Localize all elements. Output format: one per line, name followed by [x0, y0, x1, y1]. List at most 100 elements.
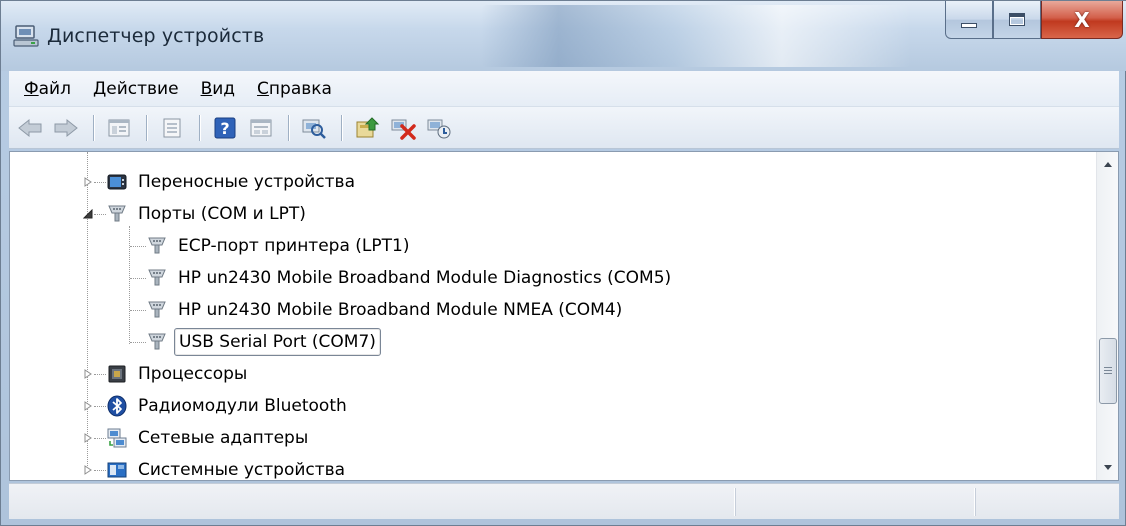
back-arrow-icon — [18, 118, 42, 137]
menu-bar: Файл Действие Вид Справка — [9, 71, 1119, 107]
back-button[interactable] — [13, 112, 47, 144]
title-bar-glare — [481, 5, 911, 67]
tree-connector — [94, 182, 106, 183]
expand-toggle-bluetooth[interactable] — [82, 400, 94, 412]
menu-help[interactable]: Справка — [246, 79, 343, 99]
window-title: Диспетчер устройств — [47, 25, 265, 47]
forward-button[interactable] — [49, 112, 83, 144]
expand-toggle-network[interactable] — [82, 432, 94, 444]
tree-node-label: Системные устройства — [138, 460, 346, 480]
menu-file[interactable]: Файл — [13, 79, 82, 99]
minimize-button[interactable] — [945, 1, 993, 39]
tree-connector — [87, 152, 88, 466]
tree-connector — [94, 214, 106, 215]
scrollbar-thumb[interactable] — [1099, 338, 1117, 404]
maximize-button[interactable] — [993, 1, 1041, 39]
menu-view[interactable]: Вид — [190, 79, 246, 99]
tree-node-label: HP un2430 Mobile Broadband Module Diagno… — [178, 268, 672, 288]
device-manager-app-icon[interactable] — [13, 23, 41, 49]
tree-connector — [130, 278, 146, 279]
tree-connector — [130, 342, 146, 343]
scan-hardware-button[interactable] — [297, 112, 331, 144]
expand-toggle-system[interactable] — [82, 464, 94, 476]
properties-icon — [163, 118, 181, 137]
view-pane-button[interactable] — [244, 112, 278, 144]
tree-connector — [94, 406, 106, 407]
disable-device-icon — [391, 119, 416, 140]
collapsed-triangle-icon — [84, 369, 92, 379]
status-bar — [9, 483, 1119, 519]
view-pane-icon — [250, 119, 272, 136]
tree-node-label: ECP-порт принтера (LPT1) — [178, 236, 410, 256]
status-bar-panel — [735, 488, 975, 516]
menu-view-accel: В — [200, 78, 213, 99]
tree-node-network-adapters[interactable]: Сетевые адаптеры — [106, 423, 312, 453]
update-driver-button[interactable] — [350, 112, 384, 144]
forward-arrow-icon — [54, 118, 78, 137]
scroll-down-button[interactable] — [1097, 456, 1118, 480]
tree-node-processors[interactable]: Процессоры — [106, 359, 251, 389]
tree-node-label: HP un2430 Mobile Broadband Module NMEA (… — [178, 300, 623, 320]
tree-node-label: Сетевые адаптеры — [138, 428, 309, 448]
help-button[interactable]: ? — [208, 112, 242, 144]
menu-action[interactable]: Действие — [82, 79, 190, 99]
device-manager-window: Диспетчер устройств X Файл Действие Вид … — [0, 0, 1126, 526]
uninstall-device-button[interactable] — [422, 112, 456, 144]
tree-node-portable-devices[interactable]: Переносные устройства — [106, 167, 359, 197]
processor-chip-icon — [108, 365, 126, 383]
device-tree-pane: Переносные устройства Порты (COM и LPT) … — [9, 151, 1119, 481]
title-bar[interactable]: Диспетчер устройств X — [1, 1, 1126, 71]
selected-tree-node-label: USB Serial Port (COM7) — [174, 328, 381, 356]
status-bar-panel — [975, 488, 1119, 516]
close-button[interactable]: X — [1041, 1, 1123, 39]
tree-node-port-lpt1[interactable]: ECP-порт принтера (LPT1) — [146, 231, 413, 261]
tree-node-system-devices[interactable]: Системные устройства — [106, 455, 349, 480]
tree-node-ports[interactable]: Порты (COM и LPT) — [106, 199, 310, 229]
serial-port-icon — [148, 237, 166, 254]
maximize-icon — [1009, 13, 1025, 26]
tree-node-label: Процессоры — [138, 364, 248, 384]
menu-help-accel: С — [257, 78, 269, 99]
expanded-triangle-icon — [83, 209, 93, 219]
tree-node-port-com7[interactable]: USB Serial Port (COM7) — [146, 327, 381, 357]
collapsed-triangle-icon — [84, 433, 92, 443]
expand-toggle-processors[interactable] — [82, 368, 94, 380]
toolbar-separator — [288, 114, 289, 141]
console-tree-icon — [108, 119, 130, 136]
tree-node-label: Радиомодули Bluetooth — [138, 396, 347, 416]
tree-connector — [129, 226, 130, 344]
collapsed-triangle-icon — [84, 177, 92, 187]
tree-connector — [130, 310, 146, 311]
collapse-toggle-ports[interactable] — [82, 208, 94, 220]
tree-node-label: Переносные устройства — [138, 172, 355, 192]
expand-toggle-portable[interactable] — [82, 176, 94, 188]
disable-device-button[interactable] — [386, 112, 420, 144]
network-adapter-icon — [107, 428, 127, 448]
device-tree[interactable]: Переносные устройства Порты (COM и LPT) … — [10, 152, 1096, 480]
scan-hardware-icon — [302, 119, 326, 139]
minimize-icon — [961, 23, 977, 28]
serial-port-icon — [148, 301, 166, 318]
tree-node-label: Порты (COM и LPT) — [138, 204, 306, 224]
tree-node-bluetooth[interactable]: Радиомодули Bluetooth — [106, 391, 351, 421]
close-icon: X — [1074, 7, 1090, 32]
scroll-up-arrow-icon — [1104, 162, 1112, 167]
collapsed-triangle-icon — [84, 465, 92, 475]
vertical-scrollbar[interactable] — [1096, 152, 1118, 480]
svg-text:?: ? — [220, 119, 229, 138]
tree-node-port-com5[interactable]: HP un2430 Mobile Broadband Module Diagno… — [146, 263, 675, 293]
caption-buttons: X — [945, 1, 1123, 41]
tree-node-port-com4[interactable]: HP un2430 Mobile Broadband Module NMEA (… — [146, 295, 626, 325]
scroll-down-arrow-icon — [1104, 465, 1112, 470]
toolbar-separator — [93, 114, 94, 141]
show-hide-console-tree-button[interactable] — [102, 112, 136, 144]
tree-connector — [94, 470, 106, 471]
scrollbar-grip-icon — [1104, 366, 1112, 376]
tree-connector — [94, 438, 106, 439]
properties-button[interactable] — [155, 112, 189, 144]
scroll-up-button[interactable] — [1097, 152, 1118, 176]
uninstall-device-icon — [427, 119, 451, 138]
toolbar-separator — [146, 114, 147, 141]
tree-connector — [94, 374, 106, 375]
toolbar-separator — [199, 114, 200, 141]
